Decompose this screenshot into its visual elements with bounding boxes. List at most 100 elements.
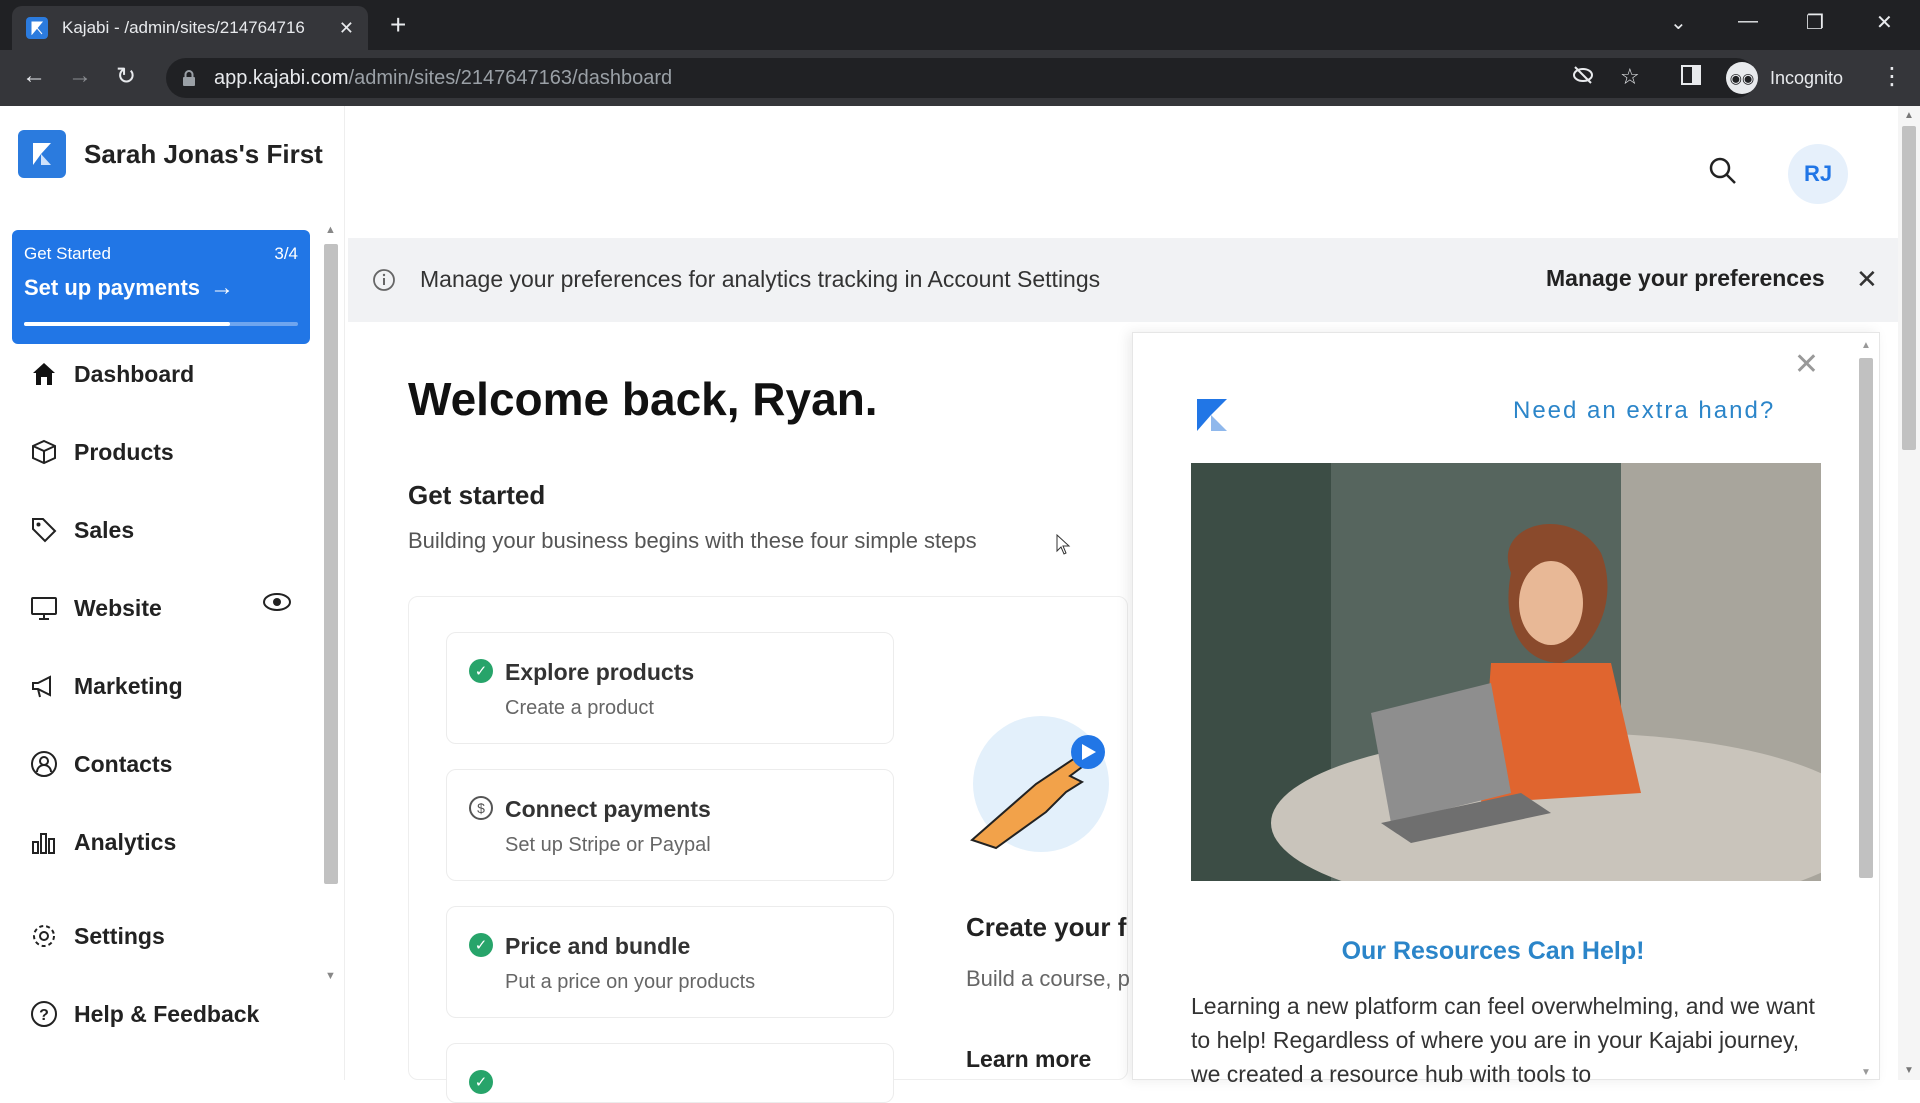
tag-icon [28, 514, 60, 546]
page-title: Welcome back, Ryan. [408, 373, 878, 425]
sidebar-item-marketing[interactable]: Marketing [28, 670, 183, 702]
scroll-down-icon[interactable]: ▼ [1861, 1067, 1871, 1078]
sidebar-item-label: Settings [74, 922, 165, 949]
restore-icon[interactable]: ❐ [1806, 10, 1824, 35]
reload-icon[interactable]: ↻ [116, 62, 136, 91]
create-title: Create your f [966, 912, 1127, 942]
sidebar-item-label: Analytics [74, 828, 177, 855]
megaphone-icon [28, 670, 60, 702]
site-brand[interactable]: Sarah Jonas's First [18, 130, 323, 178]
browser-tab[interactable]: Kajabi - /admin/sites/214764716 ✕ [12, 6, 368, 50]
kajabi-logo-icon [1193, 395, 1233, 440]
analytics-notice-bar: Manage your preferences for analytics tr… [348, 238, 1898, 322]
bar-chart-icon [28, 826, 60, 858]
sidebar-scrollbar[interactable]: ▲ ▼ [322, 224, 340, 984]
user-circle-icon [28, 748, 60, 780]
browser-tab-bar: Kajabi - /admin/sites/214764716 ✕ + ⌄ — … [0, 0, 1920, 50]
popup-title: Need an extra hand? [1513, 397, 1776, 424]
popup-close-icon[interactable]: ✕ [1794, 347, 1819, 382]
bookmark-star-icon[interactable]: ☆ [1620, 64, 1640, 90]
monitor-icon [28, 592, 60, 624]
manage-preferences-link[interactable]: Manage your preferences [1546, 265, 1825, 292]
sidebar: Sarah Jonas's First Get Started 3/4 Set … [0, 106, 345, 1080]
mouse-cursor-icon [1056, 534, 1071, 555]
scrollbar-thumb[interactable] [1902, 126, 1916, 450]
sidebar-item-products[interactable]: Products [28, 436, 174, 468]
tab-close-icon[interactable]: ✕ [339, 18, 354, 39]
scroll-up-icon[interactable]: ▲ [1904, 110, 1914, 121]
minimize-icon[interactable]: — [1738, 10, 1758, 33]
get-started-subtitle: Building your business begins with these… [408, 528, 977, 553]
step-subtitle: Put a price on your products [505, 971, 756, 993]
sidebar-item-label: Dashboard [74, 360, 195, 387]
kajabi-favicon-icon [26, 17, 48, 39]
back-icon[interactable]: ← [22, 62, 46, 90]
scroll-up-icon[interactable]: ▲ [325, 224, 336, 236]
box-icon [28, 436, 60, 468]
address-bar[interactable]: app.kajabi.com/admin/sites/2147647163/da… [166, 58, 1756, 98]
window-close-icon[interactable]: ✕ [1876, 10, 1893, 35]
lock-icon [183, 70, 195, 86]
step-title: Explore products [505, 659, 695, 685]
sidebar-item-label: Contacts [74, 750, 173, 777]
close-icon[interactable]: ✕ [1856, 264, 1878, 295]
new-tab-icon[interactable]: + [390, 11, 406, 39]
tab-search-icon[interactable]: ⌄ [1670, 10, 1687, 35]
get-started-label: Get Started [24, 244, 111, 263]
sidebar-item-label: Sales [74, 516, 135, 543]
url-text: app.kajabi.com/admin/sites/2147647163/da… [214, 66, 673, 89]
browser-menu-icon[interactable]: ⋮ [1880, 62, 1904, 91]
tracking-protection-icon[interactable] [1572, 64, 1594, 92]
progress-fill [24, 322, 230, 326]
step-title: Price and bundle [505, 933, 691, 959]
side-panel-icon[interactable] [1680, 64, 1702, 92]
sidebar-item-help[interactable]: ? Help & Feedback [28, 998, 259, 1030]
get-started-title: Set up payments → [24, 274, 235, 301]
sidebar-item-label: Marketing [74, 672, 183, 699]
forward-icon[interactable]: → [68, 62, 92, 90]
incognito-icon: ◉◉ [1726, 62, 1758, 94]
scrollbar-thumb[interactable] [324, 244, 338, 884]
info-icon [372, 268, 396, 297]
notice-message: Manage your preferences for analytics tr… [420, 266, 1101, 292]
site-name: Sarah Jonas's First [84, 138, 323, 169]
get-started-count: 3/4 [274, 244, 298, 263]
sidebar-item-settings[interactable]: Settings [28, 920, 165, 952]
incognito-label: Incognito [1770, 67, 1844, 88]
dollar-icon: $ [469, 796, 493, 820]
incognito-profile[interactable]: ◉◉ Incognito [1726, 58, 1843, 98]
create-subtitle: Build a course, p [966, 966, 1130, 991]
step-connect-payments[interactable]: $ Connect payments Set up Stripe or Payp… [446, 769, 894, 881]
popup-scrollbar[interactable]: ▲ ▼ [1856, 338, 1876, 1080]
step-price-and-bundle[interactable]: ✓ Price and bundle Put a price on your p… [446, 906, 894, 1018]
sidebar-item-label: Products [74, 438, 174, 465]
check-icon: ✓ [469, 933, 493, 957]
scrollbar-thumb[interactable] [1859, 358, 1873, 878]
step-partial[interactable]: ✓ [446, 1043, 894, 1103]
check-icon: ✓ [469, 1070, 493, 1094]
eye-icon[interactable] [262, 592, 292, 617]
woman-laptop-photo [1191, 463, 1821, 881]
help-icon: ? [28, 998, 60, 1030]
sidebar-item-dashboard[interactable]: Dashboard [28, 358, 194, 390]
scroll-down-icon[interactable]: ▼ [325, 970, 336, 982]
sidebar-item-analytics[interactable]: Analytics [28, 826, 176, 858]
step-subtitle: Set up Stripe or Paypal [505, 834, 711, 856]
resources-title: Our Resources Can Help! [1341, 937, 1645, 965]
help-popup: ✕ Need an extra hand? Our Resources Can … [1132, 332, 1880, 1087]
sidebar-item-sales[interactable]: Sales [28, 514, 134, 546]
step-explore-products[interactable]: ✓ Explore products Create a product [446, 632, 894, 744]
arrow-right-icon: → [210, 274, 235, 301]
get-started-card[interactable]: Get Started 3/4 Set up payments → [12, 230, 310, 344]
learn-more-link[interactable]: Learn more [966, 1046, 1091, 1073]
avatar[interactable]: RJ [1788, 144, 1848, 204]
kajabi-logo-icon [18, 130, 66, 178]
step-title: Connect payments [505, 796, 711, 822]
search-icon[interactable] [1708, 156, 1738, 191]
sidebar-item-website[interactable]: Website [28, 592, 162, 624]
get-started-heading: Get started [408, 480, 546, 510]
page-scrollbar[interactable]: ▲ ▼ [1898, 106, 1920, 1080]
scroll-down-icon[interactable]: ▼ [1904, 1065, 1914, 1076]
sidebar-item-contacts[interactable]: Contacts [28, 748, 172, 780]
scroll-up-icon[interactable]: ▲ [1861, 340, 1871, 351]
